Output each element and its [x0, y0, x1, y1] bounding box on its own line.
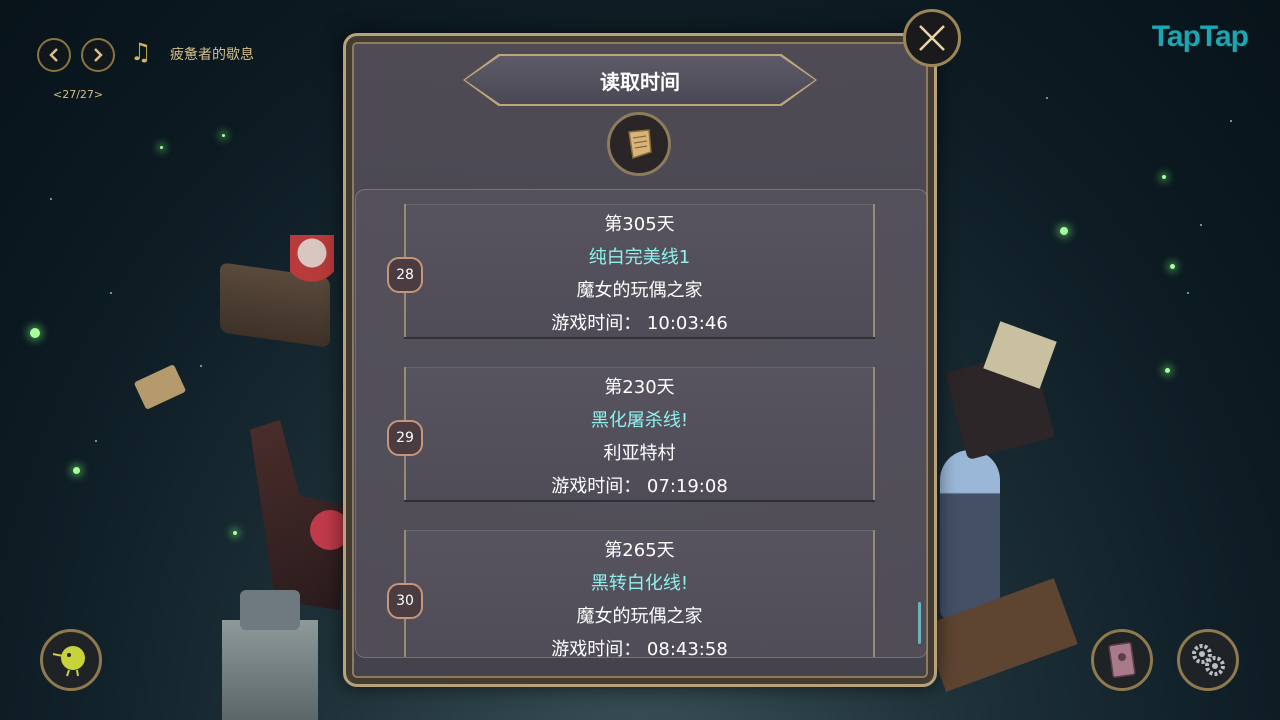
slot-day: 第230天: [604, 377, 675, 398]
next-track-button[interactable]: [81, 38, 115, 72]
slot-number-badge: 29: [387, 420, 423, 456]
star-dot: [1200, 224, 1202, 226]
glow-particle: [222, 134, 225, 137]
slot-location: 利亚特村: [603, 443, 676, 464]
star-dot: [1230, 120, 1232, 122]
castle-tower: [222, 620, 318, 720]
track-counter: <27/27>: [53, 88, 104, 101]
list-scrollbar[interactable]: [918, 602, 921, 644]
blue-hair-character: [940, 450, 1000, 620]
character-bird-icon: [52, 646, 85, 677]
save-slot[interactable]: 第305天 纯白完美线1 魔女的玩偶之家 游戏时间： 10:03:46: [404, 204, 875, 337]
glow-particle: [1170, 264, 1175, 269]
music-note-icon: ♫: [130, 38, 152, 66]
glow-particle: [160, 146, 163, 149]
knight-figures: [240, 590, 300, 630]
slot-route: 纯白完美线1: [588, 247, 691, 268]
slot-route: 黑转白化线!: [590, 573, 689, 594]
slot-play-time: 游戏时间： 10:03:46: [551, 313, 728, 334]
slot-day: 第305天: [604, 214, 675, 235]
gears-icon: [1192, 644, 1225, 676]
slot-play-time: 游戏时间： 08:43:58: [551, 639, 728, 658]
slot-location: 魔女的玩偶之家: [576, 280, 703, 301]
journal-button[interactable]: [1091, 629, 1153, 691]
slot-day: 第265天: [604, 540, 675, 561]
dialog-title: 读取时间: [600, 69, 680, 94]
save-slot[interactable]: 第230天 黑化屠杀线! 利亚特村 游戏时间： 07:19:08: [404, 367, 875, 500]
previous-track-button[interactable]: [37, 38, 71, 72]
title-plate: 读取时间: [465, 56, 815, 104]
close-icon: [919, 25, 945, 51]
glow-particle: [73, 467, 80, 474]
close-button[interactable]: [903, 9, 961, 67]
doll-character: [290, 235, 334, 295]
glow-particle: [233, 531, 237, 535]
slot-number-badge: 28: [387, 257, 423, 293]
star-dot: [200, 365, 202, 367]
taptap-logo: TapTap: [1151, 20, 1249, 53]
star-dot: [1046, 97, 1048, 99]
star-dot: [1187, 292, 1189, 294]
slot-number-badge: 30: [387, 583, 423, 619]
slot-location: 魔女的玩偶之家: [576, 606, 703, 627]
star-dot: [110, 292, 112, 294]
slot-route: 黑化屠杀线!: [590, 410, 689, 431]
glow-particle: [30, 328, 40, 338]
floating-book: [133, 364, 187, 410]
glow-particle: [1165, 368, 1170, 373]
scroll-emblem: [607, 112, 671, 176]
glow-particle: [1060, 227, 1068, 235]
scroll-icon: [628, 129, 652, 159]
chevron-right-icon: [94, 48, 103, 62]
save-slot[interactable]: 第265天 黑转白化线! 魔女的玩偶之家 游戏时间： 08:43:58: [404, 530, 875, 658]
settings-button[interactable]: [1177, 629, 1239, 691]
track-title: 疲惫者的歇息: [170, 47, 254, 63]
slot-play-time: 游戏时间： 07:19:08: [551, 476, 728, 497]
chevron-left-icon: [49, 48, 58, 62]
star-dot: [50, 198, 52, 200]
book-icon: [1108, 642, 1136, 678]
save-slot-list[interactable]: 第305天 纯白完美线1 魔女的玩偶之家 游戏时间： 10:03:46 28 第…: [355, 189, 928, 658]
star-dot: [95, 440, 97, 442]
character-button[interactable]: [40, 629, 102, 691]
glow-particle: [1162, 175, 1166, 179]
